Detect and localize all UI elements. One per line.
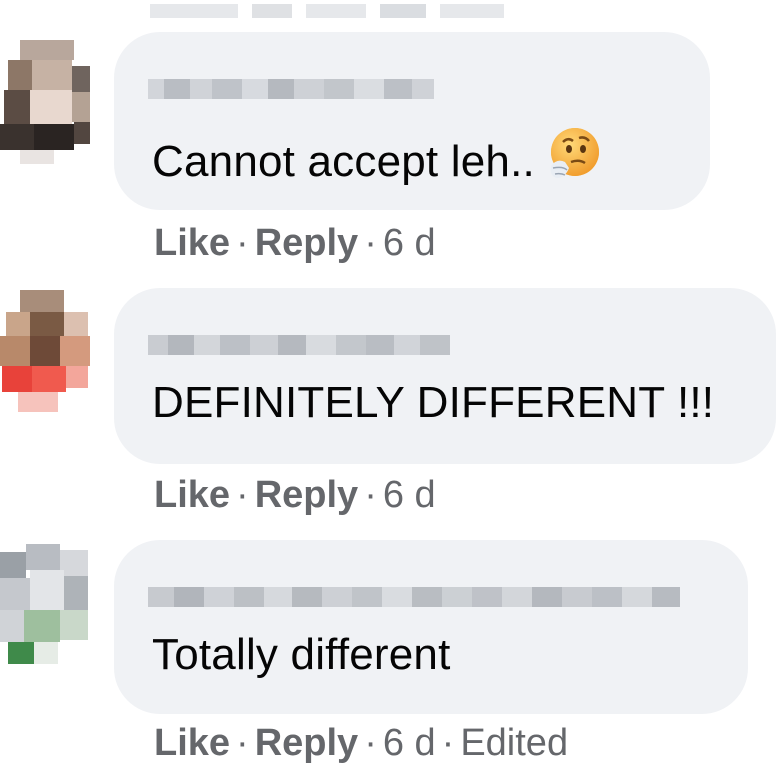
thinking-face-emoji-icon [550,128,599,178]
comment-item: Cannot accept leh.. Like · Reply · 6 d [0,30,776,280]
timestamp[interactable]: 6 d [383,222,436,264]
avatar[interactable] [0,288,92,416]
reply-button[interactable]: Reply [255,222,358,264]
timestamp[interactable]: 6 d [383,722,436,764]
separator: · [236,474,249,516]
like-button[interactable]: Like [154,474,230,516]
comment-item: Totally different Like · Reply · 6 d · Edited [0,536,776,777]
separator: · [364,222,377,264]
blurred-previous-actions [150,0,620,22]
avatar[interactable] [0,36,92,164]
comment-bubble: Cannot accept leh.. [114,32,710,210]
comment-text: Cannot accept leh.. [152,126,601,187]
author-name-blurred[interactable] [148,580,680,614]
separator: · [441,722,455,764]
comment-text: DEFINITELY DIFFERENT !!! [152,378,715,427]
avatar[interactable] [0,542,92,668]
comment-thread: Cannot accept leh.. Like · Reply · 6 d D… [0,0,776,777]
comment-bubble: Totally different [114,540,748,714]
timestamp[interactable]: 6 d [383,474,436,516]
like-button[interactable]: Like [154,222,230,264]
edited-label[interactable]: Edited [460,722,568,764]
like-button[interactable]: Like [154,722,230,764]
author-name-blurred[interactable] [148,328,450,362]
comment-actions: Like · Reply · 6 d · Edited [154,722,568,765]
author-name-blurred[interactable] [148,72,434,106]
separator: · [236,222,249,264]
comment-bubble: DEFINITELY DIFFERENT !!! [114,288,776,464]
separator: · [236,722,249,764]
comment-item: DEFINITELY DIFFERENT !!! Like · Reply · 6 d [0,284,776,534]
reply-button[interactable]: Reply [255,722,358,764]
reply-button[interactable]: Reply [255,474,358,516]
separator: · [364,722,377,764]
comment-actions: Like · Reply · 6 d [154,222,436,265]
comment-actions: Like · Reply · 6 d [154,474,436,517]
comment-text: Totally different [152,630,451,679]
separator: · [364,474,377,516]
